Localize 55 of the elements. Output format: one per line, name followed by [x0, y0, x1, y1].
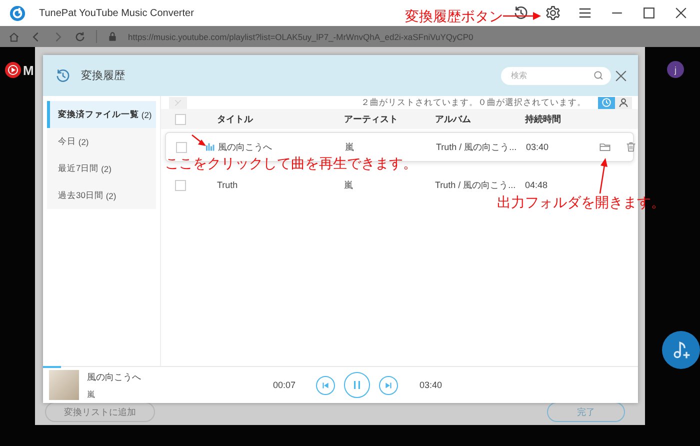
delete-button[interactable] [169, 96, 187, 108]
checkbox[interactable] [175, 180, 186, 190]
table-cell-text: 風の向こうへ [218, 140, 273, 154]
arrow [598, 158, 608, 194]
checkbox[interactable] [175, 114, 186, 124]
arrow [191, 134, 207, 147]
skip-previous-icon [322, 382, 329, 388]
skip-next-icon [384, 382, 392, 388]
sidebar-item[interactable]: 最近7日間 (2) [47, 155, 156, 182]
sidebar-item[interactable]: 変換済ファイル一覧 (2) [47, 101, 156, 128]
sidebar-item[interactable]: 今日 (2) [47, 128, 156, 155]
arrow [503, 11, 541, 21]
clock-toggle[interactable] [598, 96, 615, 108]
trash-icon[interactable] [625, 141, 637, 153]
column-header: タイトル [217, 112, 254, 126]
folder-icon[interactable] [599, 141, 611, 153]
x-icon [174, 98, 182, 106]
annotation-text: 変換履歴ボタン [405, 8, 503, 26]
close-icon[interactable] [614, 68, 628, 82]
album-art-placeholder [49, 370, 79, 400]
home-icon[interactable] [8, 30, 20, 42]
table-cell-text: Truth / 風の向こう... [435, 178, 517, 192]
pause-button[interactable] [344, 372, 370, 398]
window-title: TunePat YouTube Music Converter [39, 8, 194, 18]
dialog-title: 変換履歴 [81, 68, 126, 83]
track-artist: 嵐 [87, 388, 96, 400]
person-toggle[interactable] [615, 96, 632, 108]
lock-icon [107, 31, 118, 42]
total-time: 03:40 [420, 380, 442, 390]
table-cell-text: 嵐 [344, 178, 354, 192]
search-field[interactable]: 検索 [501, 66, 611, 84]
column-header: アルバム [435, 112, 472, 126]
checkbox[interactable] [176, 142, 187, 152]
next-button[interactable] [378, 376, 398, 394]
url-text: https://music.youtube.com/playlist?list=OLAK5uy_lP7_-MrWnvQhA_ed2i-xaSFniVuYQyCP0 [128, 32, 474, 42]
elapsed-time: 00:07 [273, 380, 296, 390]
table-cell-text: 03:40 [526, 142, 550, 152]
status-text: ２曲がリストされています。０曲が選択されています。 [360, 96, 586, 108]
track-title: 風の向こうへ [87, 370, 142, 384]
history-icon [55, 68, 71, 84]
column-header: アーティスト [344, 112, 399, 126]
column-header: 持続時間 [525, 112, 562, 126]
avatar[interactable]: j [667, 61, 684, 78]
sidebar-item[interactable]: 過去30日間 (2) [47, 182, 156, 209]
previous-button[interactable] [316, 376, 335, 394]
table-cell-text: Truth / 風の向こう... [436, 140, 518, 154]
pause-icon [352, 380, 362, 390]
table-cell-text: Truth [217, 180, 239, 190]
logo-text: M [23, 62, 34, 78]
reload-icon[interactable] [74, 30, 86, 42]
table-cell-text: 04:48 [525, 180, 549, 190]
table-cell-text: 嵐 [345, 140, 355, 154]
logo-icon [5, 62, 21, 78]
add-music-button[interactable] [662, 331, 700, 369]
app-logo-icon [10, 6, 25, 20]
